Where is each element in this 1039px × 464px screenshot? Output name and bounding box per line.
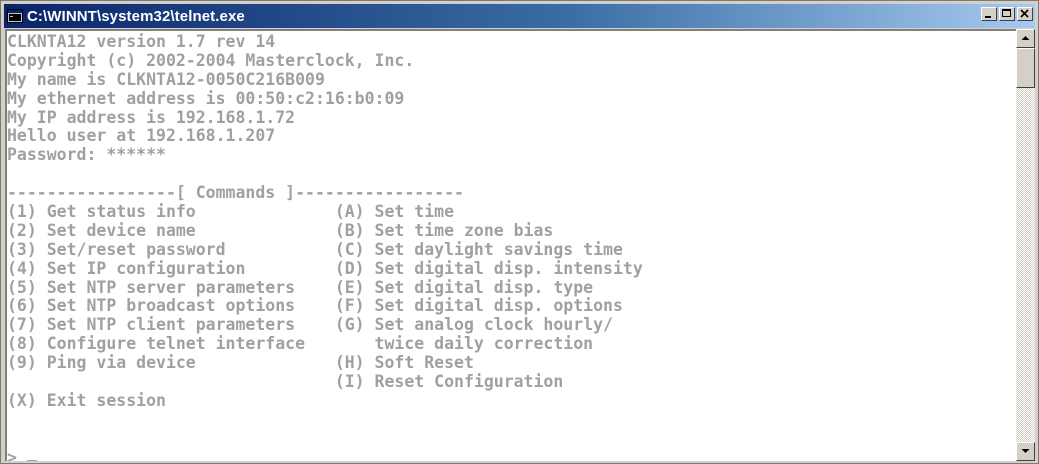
console-line: (6) Set NTP broadcast options (F) Set di… — [7, 296, 623, 316]
window-controls — [979, 7, 1033, 21]
command-prompt[interactable]: > — [7, 447, 1016, 461]
console-line: -----------------[ Commands ]-----------… — [7, 183, 464, 203]
prompt-symbol: > — [7, 447, 27, 461]
console-line: My IP address is 192.168.1.72 — [7, 107, 296, 127]
console-window-icon[interactable] — [7, 9, 23, 23]
console-line: (7) Set NTP client parameters (G) Set an… — [7, 315, 613, 335]
scroll-down-button[interactable] — [1016, 442, 1035, 461]
telnet-window: C:\WINNT\system32\telnet.exe CLKNTA12 ve… — [0, 0, 1039, 464]
console-line: (9) Ping via device (H) Soft Reset — [7, 353, 474, 373]
console-line: (2) Set device name (B) Set time zone bi… — [7, 220, 554, 240]
console-line: My ethernet address is 00:50:c2:16:b0:09 — [7, 88, 405, 108]
close-button[interactable] — [1017, 7, 1033, 21]
title-bar[interactable]: C:\WINNT\system32\telnet.exe — [4, 4, 1035, 28]
console-line: (5) Set NTP server parameters (E) Set di… — [7, 277, 594, 297]
console-line: (8) Configure telnet interface twice dai… — [7, 334, 594, 354]
console-line: (3) Set/reset password (C) Set daylight … — [7, 239, 623, 259]
arrow-up-icon — [1021, 36, 1030, 40]
console-text: CLKNTA12 version 1.7 rev 14 Copyright (c)… — [7, 31, 1016, 461]
scroll-up-button[interactable] — [1016, 29, 1035, 48]
minimize-button[interactable] — [981, 7, 997, 21]
console-line: (1) Get status info (A) Set time — [7, 202, 455, 222]
console-line: My name is CLKNTA12-0050C216B009 — [7, 69, 325, 89]
console-line: Copyright (c) 2002-2004 Masterclock, Inc… — [7, 50, 415, 70]
console-line: CLKNTA12 version 1.7 rev 14 — [7, 32, 276, 51]
console-line: (I) Reset Configuration — [7, 372, 564, 392]
vertical-scrollbar[interactable] — [1016, 29, 1035, 461]
maximize-button[interactable] — [999, 7, 1015, 21]
window-title: C:\WINNT\system32\telnet.exe — [27, 7, 245, 25]
scrollbar-thumb[interactable] — [1016, 48, 1035, 88]
console-line: Password: ****** — [7, 145, 166, 165]
console-line: Hello user at 192.168.1.207 — [7, 126, 276, 146]
console-line: (4) Set IP configuration (D) Set digital… — [7, 258, 643, 278]
console-output[interactable]: CLKNTA12 version 1.7 rev 14 Copyright (c)… — [5, 29, 1016, 461]
text-cursor — [26, 459, 37, 461]
console-line: (X) Exit session — [7, 390, 166, 410]
arrow-down-icon — [1021, 449, 1030, 453]
